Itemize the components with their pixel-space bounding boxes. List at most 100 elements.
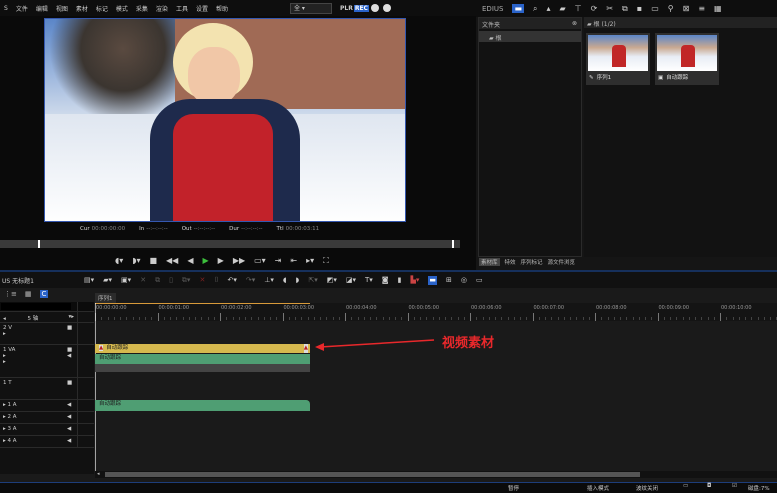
up-icon[interactable]: ▴: [547, 4, 551, 13]
render-icon[interactable]: ▮: [398, 276, 402, 285]
step-forward-icon[interactable]: ▶: [218, 256, 224, 266]
root-folder[interactable]: ▰ 根: [479, 31, 581, 42]
clip-thumbnail-video[interactable]: ▣ 自动跟踪: [655, 33, 719, 85]
track-3a[interactable]: ▸ 3 A ◀: [0, 424, 94, 436]
step-back-icon[interactable]: ◀: [187, 256, 193, 266]
add-cut-icon[interactable]: ⊥▾: [264, 276, 274, 285]
video-toggle-icon[interactable]: ■: [67, 380, 72, 386]
magnet-icon[interactable]: C: [39, 290, 49, 298]
sync-mode-icon[interactable]: ▬: [428, 275, 437, 285]
track-4a[interactable]: ▸ 4 A ◀: [0, 436, 94, 448]
audio-icon[interactable]: ◀: [67, 414, 71, 420]
copy-icon[interactable]: ⧉: [155, 276, 160, 285]
track-1a[interactable]: ▸ 1 A ◀: [0, 400, 94, 412]
transition-icon[interactable]: ◩▾: [327, 276, 337, 285]
monitor-icon[interactable]: ▭: [683, 483, 688, 489]
video-clip[interactable]: ▲ 自动跟踪 ▲: [95, 344, 310, 353]
set-in-icon[interactable]: ◖▾: [115, 256, 123, 266]
audio-icon[interactable]: ◀: [67, 353, 71, 359]
rewind-icon[interactable]: ◀◀: [166, 256, 178, 266]
tab-bin[interactable]: 素材库: [479, 258, 500, 266]
insert-icon[interactable]: ⇥: [275, 256, 282, 266]
loop-icon[interactable]: ▭▾: [254, 256, 266, 266]
open-project-icon[interactable]: ▰▾: [103, 276, 112, 285]
redo-icon[interactable]: ↷▾: [246, 276, 255, 285]
audio-icon[interactable]: ◀: [67, 438, 71, 444]
settings-icon[interactable]: ▭: [476, 276, 483, 285]
play-icon[interactable]: ▶: [203, 256, 209, 266]
scrub-handle[interactable]: [38, 240, 40, 248]
delete-icon[interactable]: ✕: [199, 276, 205, 285]
track-1t[interactable]: 1 T ■: [0, 378, 94, 400]
copy-icon[interactable]: ⧉: [622, 4, 628, 14]
menu-marker[interactable]: 标记: [96, 4, 108, 13]
horizontal-scrollbar[interactable]: ◂: [95, 471, 777, 478]
rec-button[interactable]: REC: [353, 4, 369, 12]
track-2v[interactable]: 2 V ■ ▸: [0, 323, 94, 345]
track-1va[interactable]: 1 VA ■ ▸ ◀ ▸: [0, 345, 94, 378]
mark-out-icon[interactable]: ◗: [296, 276, 300, 285]
title-icon[interactable]: T▾: [365, 276, 373, 285]
replace-icon[interactable]: ⧉▾: [182, 276, 191, 285]
save-icon[interactable]: ▣▾: [121, 276, 131, 285]
new-sequence-icon[interactable]: ▤▾: [84, 276, 94, 285]
tab-effects[interactable]: 特效: [505, 258, 516, 266]
menu-clip[interactable]: 素材: [76, 4, 88, 13]
audio-fade-icon[interactable]: ◪▾: [346, 276, 356, 285]
tab-sequence-markers[interactable]: 序列标记: [521, 258, 543, 266]
fast-forward-icon[interactable]: ▶▶: [233, 256, 245, 266]
overwrite-icon[interactable]: ⇤: [290, 256, 297, 266]
menu-edit[interactable]: 编辑: [36, 4, 48, 13]
ripple-mode[interactable]: 波纹关闭: [636, 484, 658, 492]
check-icon[interactable]: ☑: [732, 483, 737, 489]
render-menu-icon[interactable]: ▙▾: [410, 276, 419, 285]
delete-icon[interactable]: ⊠: [683, 4, 690, 13]
cut-icon[interactable]: ✂: [606, 4, 613, 13]
link-icon[interactable]: ▦: [25, 290, 32, 298]
view-dropdown[interactable]: 全 ▾: [289, 2, 332, 14]
folder-view-icon[interactable]: ▬: [512, 4, 525, 13]
grid-icon[interactable]: ▦: [714, 4, 722, 13]
sequence-icon[interactable]: ⟳: [591, 4, 598, 13]
close-folder-icon[interactable]: ⊗: [572, 20, 577, 27]
video-toggle-icon[interactable]: ■: [67, 325, 72, 331]
timeline-cursor[interactable]: [95, 303, 96, 473]
close-icon[interactable]: [382, 4, 391, 12]
menu-view[interactable]: 视图: [56, 4, 68, 13]
export-icon[interactable]: ▸▾: [306, 256, 314, 266]
track-mode-selector[interactable]: ◂ 5 轴 ▾▸: [0, 312, 94, 323]
waveform-icon[interactable]: ⊞: [446, 276, 452, 285]
track-2a[interactable]: ▸ 2 A ◀: [0, 412, 94, 424]
paste-icon[interactable]: ▯: [169, 276, 173, 285]
add-clip-icon[interactable]: ⊤: [575, 4, 582, 13]
menu-file[interactable]: 文件: [16, 4, 28, 13]
menu-mode[interactable]: 模式: [116, 4, 128, 13]
properties-icon[interactable]: ⚲: [668, 4, 674, 13]
tree-icon[interactable]: ⋮≡: [4, 290, 17, 298]
menu-capture[interactable]: 采集: [136, 4, 148, 13]
fullscreen-icon[interactable]: ⛶: [323, 256, 329, 266]
audio-icon[interactable]: ◀: [67, 426, 71, 432]
insert-mode[interactable]: 插入模式: [587, 484, 609, 492]
cut-icon[interactable]: ✕: [140, 276, 146, 285]
shield-icon[interactable]: ◘: [707, 483, 711, 489]
mixer-icon[interactable]: ◎: [461, 276, 467, 285]
menu-render[interactable]: 渲染: [156, 4, 168, 13]
sequence-tab[interactable]: 序列1: [95, 293, 116, 303]
linked-audio-clip[interactable]: 自动跟踪: [95, 354, 310, 364]
trim-icon[interactable]: ⇱▾: [308, 276, 317, 285]
scroll-thumb[interactable]: [105, 472, 640, 477]
list-icon[interactable]: ≡: [698, 4, 705, 13]
undo-icon[interactable]: ↶▾: [228, 276, 237, 285]
menu-tools[interactable]: 工具: [176, 4, 188, 13]
snapshot-icon[interactable]: ◙: [382, 276, 389, 285]
ripple-delete-icon[interactable]: ⌷: [214, 276, 218, 285]
clip-thumbnail-sequence[interactable]: ✎ 序列1: [586, 33, 650, 85]
monitor-icon[interactable]: ▭: [651, 4, 659, 13]
search-icon[interactable]: ⌕: [533, 4, 537, 14]
minimize-icon[interactable]: [370, 4, 379, 12]
open-folder-icon[interactable]: ▰: [560, 4, 566, 13]
menu-settings[interactable]: 设置: [196, 4, 208, 13]
timeline-ruler[interactable]: 00:00:00:00 00:00:01:00 00:00:02:00 00:00:0…: [95, 303, 777, 321]
audio-clip-1a[interactable]: 自动跟踪: [95, 400, 310, 411]
